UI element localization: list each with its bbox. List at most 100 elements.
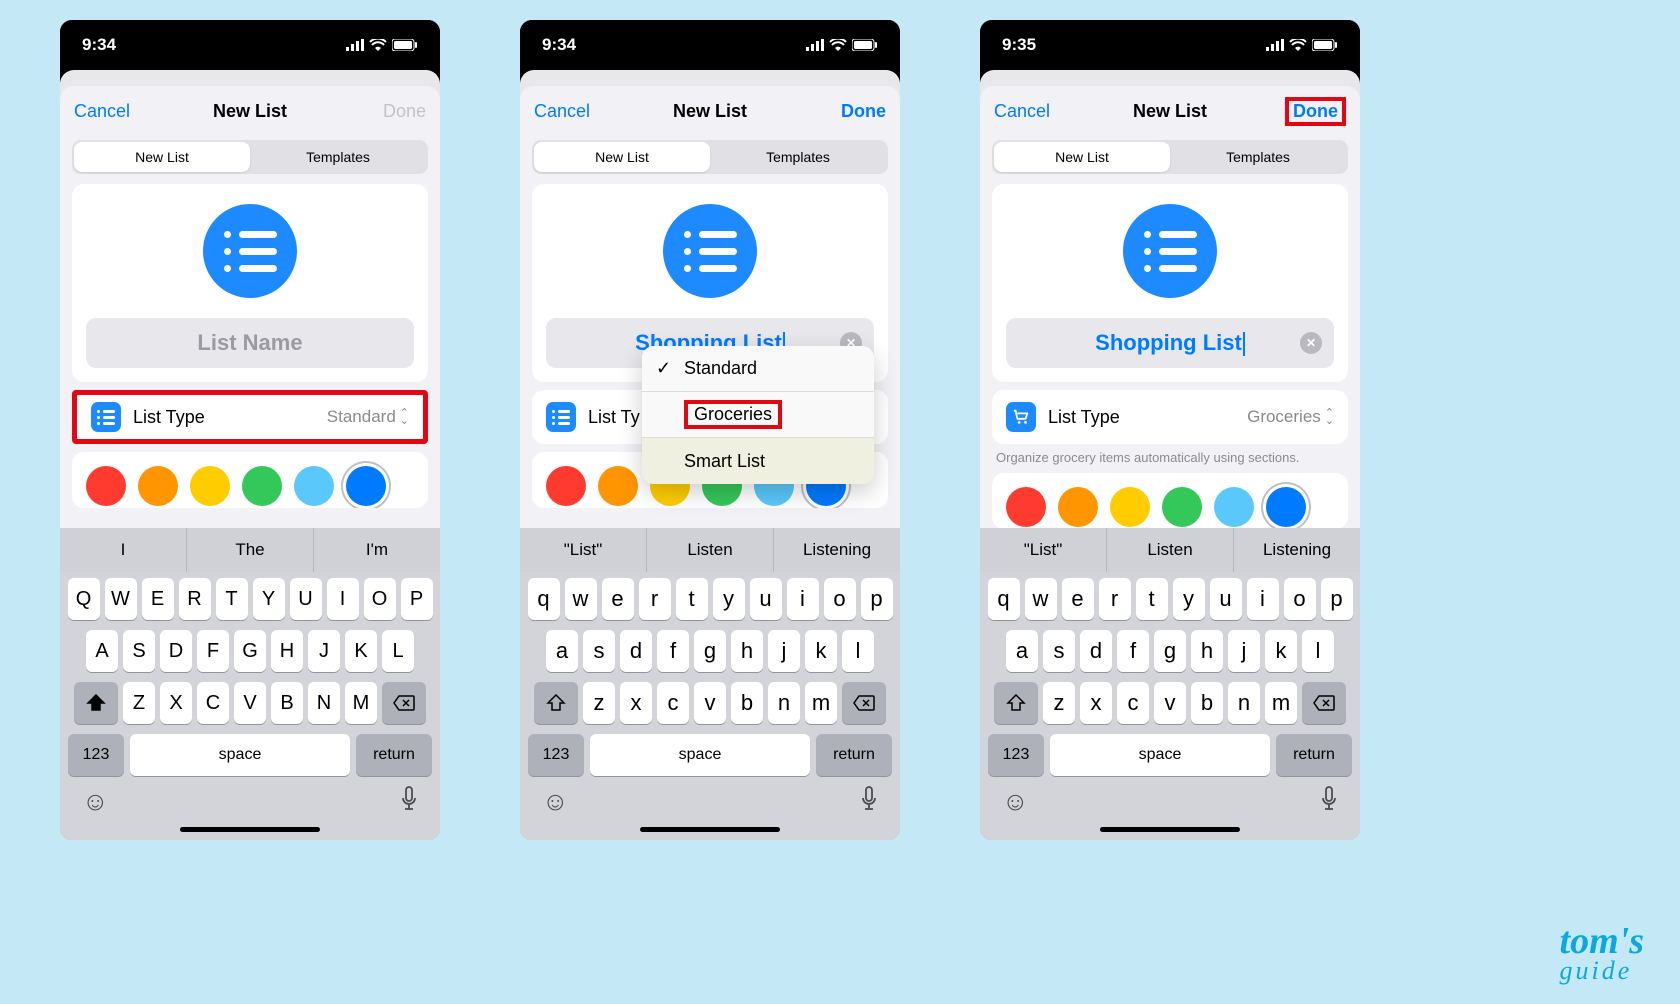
return-key[interactable]: return <box>1276 734 1352 776</box>
tab-templates[interactable]: Templates <box>1170 142 1346 172</box>
done-button[interactable]: Done <box>820 101 886 122</box>
key[interactable]: A <box>86 630 118 672</box>
space-key[interactable]: space <box>590 734 810 776</box>
dropdown-item[interactable]: Groceries <box>642 392 874 438</box>
tab-templates[interactable]: Templates <box>250 142 426 172</box>
key[interactable]: k <box>1265 630 1297 672</box>
color-swatch[interactable] <box>1110 487 1150 527</box>
key[interactable]: y <box>713 578 745 620</box>
key[interactable]: L <box>382 630 414 672</box>
emoji-icon[interactable]: ☺ <box>82 786 109 819</box>
key[interactable]: N <box>308 682 340 724</box>
key[interactable]: j <box>768 630 800 672</box>
backspace-key[interactable] <box>1302 682 1346 724</box>
key[interactable]: s <box>583 630 615 672</box>
key[interactable]: d <box>1080 630 1112 672</box>
key[interactable]: p <box>1321 578 1353 620</box>
key[interactable]: B <box>271 682 303 724</box>
key[interactable]: K <box>345 630 377 672</box>
key[interactable]: a <box>1006 630 1038 672</box>
dictation-icon[interactable] <box>400 786 418 819</box>
key[interactable]: q <box>528 578 560 620</box>
key[interactable]: V <box>234 682 266 724</box>
suggestion[interactable]: Listening <box>774 528 900 572</box>
cancel-button[interactable]: Cancel <box>534 101 600 122</box>
key[interactable]: i <box>787 578 819 620</box>
key[interactable]: r <box>1099 578 1131 620</box>
backspace-key[interactable] <box>842 682 886 724</box>
key[interactable]: q <box>988 578 1020 620</box>
key[interactable]: g <box>694 630 726 672</box>
suggestion[interactable]: "List" <box>520 528 647 572</box>
color-swatch[interactable] <box>598 466 638 506</box>
key[interactable]: t <box>1136 578 1168 620</box>
key[interactable]: G <box>234 630 266 672</box>
key[interactable]: e <box>602 578 634 620</box>
key[interactable]: I <box>327 578 359 620</box>
key[interactable]: k <box>805 630 837 672</box>
dictation-icon[interactable] <box>1320 786 1338 819</box>
key[interactable]: z <box>583 682 615 724</box>
key[interactable]: S <box>123 630 155 672</box>
numbers-key[interactable]: 123 <box>68 734 124 776</box>
dropdown-item[interactable]: Smart List <box>642 438 874 484</box>
key[interactable]: Y <box>253 578 285 620</box>
shift-key[interactable] <box>74 682 118 724</box>
suggestion[interactable]: "List" <box>980 528 1107 572</box>
key[interactable]: W <box>105 578 137 620</box>
key[interactable]: l <box>1302 630 1334 672</box>
color-swatch[interactable] <box>1214 487 1254 527</box>
key[interactable]: E <box>142 578 174 620</box>
backspace-key[interactable] <box>382 682 426 724</box>
key[interactable]: D <box>160 630 192 672</box>
key[interactable]: f <box>1117 630 1149 672</box>
color-swatch[interactable] <box>546 466 586 506</box>
color-swatch[interactable] <box>86 466 126 506</box>
list-icon-large[interactable] <box>1123 204 1217 298</box>
suggestion[interactable]: Listening <box>1234 528 1360 572</box>
key[interactable]: z <box>1043 682 1075 724</box>
key[interactable]: U <box>290 578 322 620</box>
color-swatch[interactable] <box>346 466 386 506</box>
tab-templates[interactable]: Templates <box>710 142 886 172</box>
segmented-control[interactable]: New List Templates <box>72 140 428 174</box>
key[interactable]: c <box>1117 682 1149 724</box>
list-name-input[interactable]: List Name <box>86 318 414 368</box>
segmented-control[interactable]: New List Templates <box>992 140 1348 174</box>
color-swatch[interactable] <box>294 466 334 506</box>
key[interactable]: m <box>1265 682 1297 724</box>
suggestion[interactable]: The <box>187 528 314 572</box>
key[interactable]: f <box>657 630 689 672</box>
key[interactable]: u <box>1210 578 1242 620</box>
return-key[interactable]: return <box>816 734 892 776</box>
key[interactable]: i <box>1247 578 1279 620</box>
key[interactable]: c <box>657 682 689 724</box>
numbers-key[interactable]: 123 <box>988 734 1044 776</box>
space-key[interactable]: space <box>130 734 350 776</box>
key[interactable]: X <box>160 682 192 724</box>
key[interactable]: w <box>565 578 597 620</box>
key[interactable]: n <box>1228 682 1260 724</box>
list-name-input[interactable]: Shopping List <box>1006 318 1334 368</box>
key[interactable]: C <box>197 682 229 724</box>
done-button[interactable]: Done <box>1280 97 1346 126</box>
tab-new-list[interactable]: New List <box>994 142 1170 172</box>
clear-icon[interactable] <box>1300 332 1322 354</box>
key[interactable]: x <box>1080 682 1112 724</box>
list-type-row[interactable]: List Type Groceries ⌃⌄ <box>992 390 1348 444</box>
key[interactable]: t <box>676 578 708 620</box>
color-swatch[interactable] <box>190 466 230 506</box>
dropdown-item[interactable]: ✓Standard <box>642 346 874 392</box>
key[interactable]: J <box>308 630 340 672</box>
dictation-icon[interactable] <box>860 786 878 819</box>
color-swatch[interactable] <box>1058 487 1098 527</box>
key[interactable]: H <box>271 630 303 672</box>
suggestion[interactable]: Listen <box>647 528 774 572</box>
key[interactable]: h <box>1191 630 1223 672</box>
numbers-key[interactable]: 123 <box>528 734 584 776</box>
key[interactable]: P <box>401 578 433 620</box>
tab-new-list[interactable]: New List <box>534 142 710 172</box>
key[interactable]: n <box>768 682 800 724</box>
color-swatch[interactable] <box>1162 487 1202 527</box>
emoji-icon[interactable]: ☺ <box>1002 786 1029 819</box>
